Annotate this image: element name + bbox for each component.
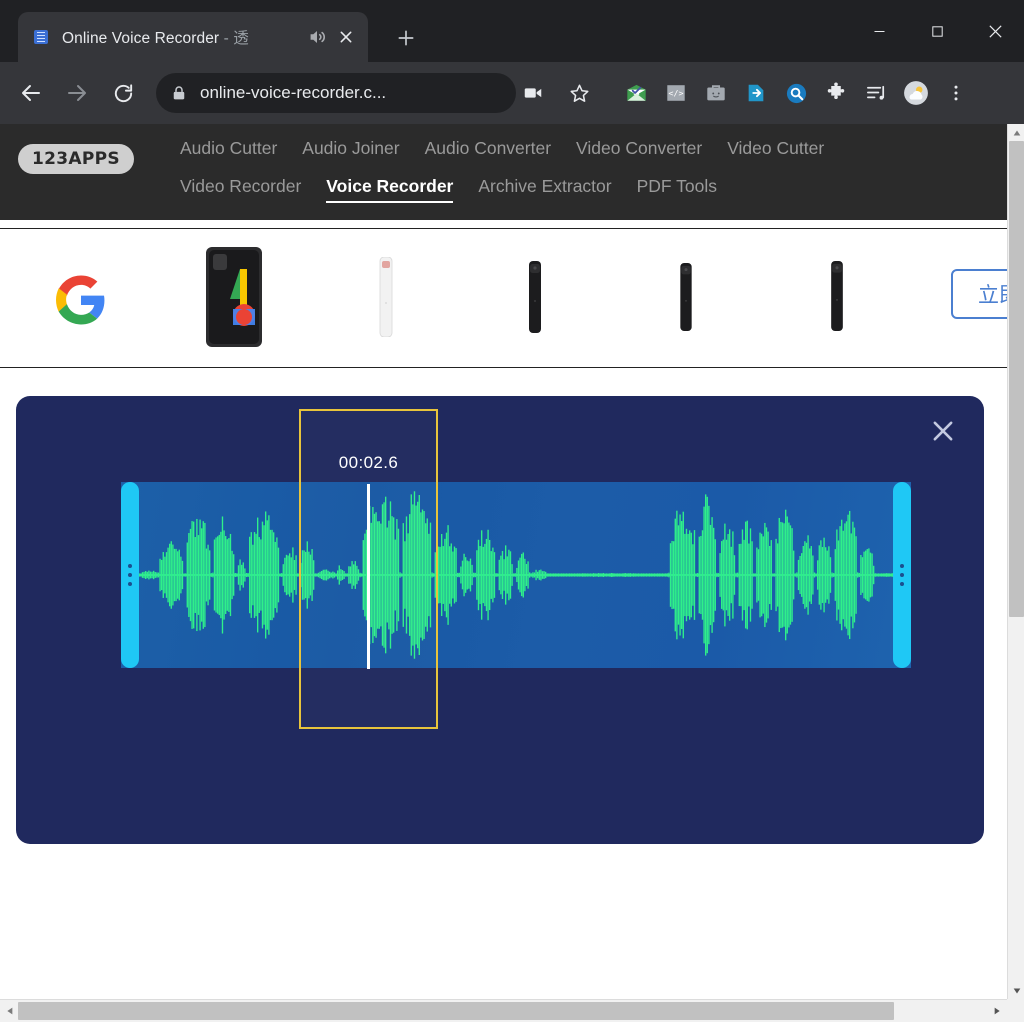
playhead-cursor[interactable] — [367, 484, 370, 669]
window-maximize-button[interactable] — [908, 0, 966, 62]
handle-grip-dots — [900, 564, 904, 586]
address-bar-url: online-voice-recorder.c... — [200, 83, 387, 102]
pixel-phone-front-dark — [196, 247, 272, 347]
lock-icon — [170, 84, 188, 102]
export-extension-icon[interactable] — [736, 73, 776, 113]
chrome-menu-icon[interactable] — [936, 73, 976, 113]
omnibox-actions — [510, 72, 602, 114]
search-extension-icon[interactable] — [776, 73, 816, 113]
scroll-down-arrow[interactable] — [1008, 982, 1024, 999]
toolbox-extension-icon[interactable] — [696, 73, 736, 113]
horizontal-scrollbar[interactable] — [0, 999, 1024, 1022]
voice-recorder-panel: 00:02.6 00:00.0 00:08.6 播放 Space 儲存 — [16, 396, 984, 844]
reload-icon[interactable] — [102, 72, 144, 114]
nav-link-pdf-tools[interactable]: PDF Tools — [637, 172, 717, 200]
pixel-phone-side-black-2 — [675, 263, 697, 331]
scroll-up-arrow[interactable] — [1008, 124, 1024, 141]
bookmark-star-icon[interactable] — [558, 72, 600, 114]
svg-text:</>: </> — [669, 88, 684, 98]
music-playlist-icon[interactable] — [856, 73, 896, 113]
trim-handle-left[interactable] — [121, 482, 139, 668]
extension-icons: </> — [616, 73, 976, 113]
pixel-phone-side-white — [374, 256, 398, 338]
nav-link-audio-cutter[interactable]: Audio Cutter — [180, 134, 277, 162]
browser-window: Online Voice Recorder - 透 online-voice-r… — [0, 0, 1024, 1022]
page-viewport: Audio Cutter Audio Joiner Audio Converter V… — [0, 124, 1007, 999]
browser-tab[interactable]: Online Voice Recorder - 透 — [18, 12, 368, 62]
mail-extension-icon[interactable] — [616, 73, 656, 113]
site-header: Audio Cutter Audio Joiner Audio Converter V… — [0, 124, 1007, 220]
nav-link-video-converter[interactable]: Video Converter — [576, 134, 702, 162]
nav-link-video-cutter[interactable]: Video Cutter — [727, 134, 824, 162]
trim-handle-right[interactable] — [893, 482, 911, 668]
address-bar[interactable]: online-voice-recorder.c... — [156, 73, 516, 113]
nav-link-audio-joiner[interactable]: Audio Joiner — [302, 134, 399, 162]
pixel-phone-side-black-3 — [826, 261, 848, 331]
pixel-phone-side-black-1 — [524, 261, 546, 333]
waveform-canvas[interactable] — [121, 482, 911, 668]
window-close-button[interactable] — [966, 0, 1024, 62]
media-cast-icon[interactable] — [512, 72, 554, 114]
nav-link-voice-recorder[interactable]: Voice Recorder — [326, 172, 454, 203]
google-g-logo — [56, 275, 106, 325]
features-section: Online Voice Recorder FREE 免費使用 — [0, 974, 1007, 999]
horizontal-scrollbar-thumb[interactable] — [18, 1002, 894, 1020]
puzzle-extensions-icon[interactable] — [816, 73, 856, 113]
scroll-right-arrow[interactable] — [989, 1000, 1006, 1022]
window-controls — [850, 0, 1024, 62]
vertical-scrollbar-thumb[interactable] — [1009, 141, 1024, 617]
nav-link-video-recorder[interactable]: Video Recorder — [180, 172, 301, 200]
forward-arrow-icon[interactable] — [56, 72, 98, 114]
site-nav: Audio Cutter Audio Joiner Audio Converter V… — [180, 134, 940, 210]
weather-profile-avatar[interactable] — [896, 73, 936, 113]
browser-toolbar: online-voice-recorder.c... </> — [0, 62, 1024, 124]
free-tag-icon: FREE — [620, 992, 868, 999]
new-tab-button[interactable] — [392, 24, 420, 52]
nav-link-archive-extractor[interactable]: Archive Extractor — [478, 172, 611, 200]
scroll-left-arrow[interactable] — [0, 1000, 17, 1022]
feature-free-to-use: FREE 免費使用 — [620, 992, 868, 999]
window-minimize-button[interactable] — [850, 0, 908, 62]
vertical-scrollbar[interactable] — [1007, 124, 1024, 999]
speaker-playing-icon[interactable] — [306, 26, 328, 48]
tab-close-icon[interactable] — [334, 25, 358, 49]
handle-grip-dots — [128, 564, 132, 586]
audio-waveform — [121, 491, 911, 659]
feature-online-voice-recorder: Online Voice Recorder — [130, 992, 388, 999]
tab-title: Online Voice Recorder - 透 — [62, 30, 249, 47]
microphone-waveform-icon — [130, 992, 388, 999]
site-logo[interactable]: 123APPS — [18, 144, 134, 174]
scrollbar-corner — [1007, 999, 1024, 1022]
advertisement-banner[interactable]: 立即 — [0, 228, 1007, 368]
panel-close-icon[interactable] — [926, 414, 960, 448]
back-arrow-icon[interactable] — [10, 72, 52, 114]
cursor-time-label: 00:02.6 — [338, 453, 399, 472]
site-favicon — [32, 28, 50, 46]
ad-cta-button[interactable]: 立即 — [951, 269, 1007, 319]
nav-link-audio-converter[interactable]: Audio Converter — [425, 134, 551, 162]
code-extension-icon[interactable]: </> — [656, 73, 696, 113]
browser-titlebar: Online Voice Recorder - 透 — [0, 0, 1024, 62]
